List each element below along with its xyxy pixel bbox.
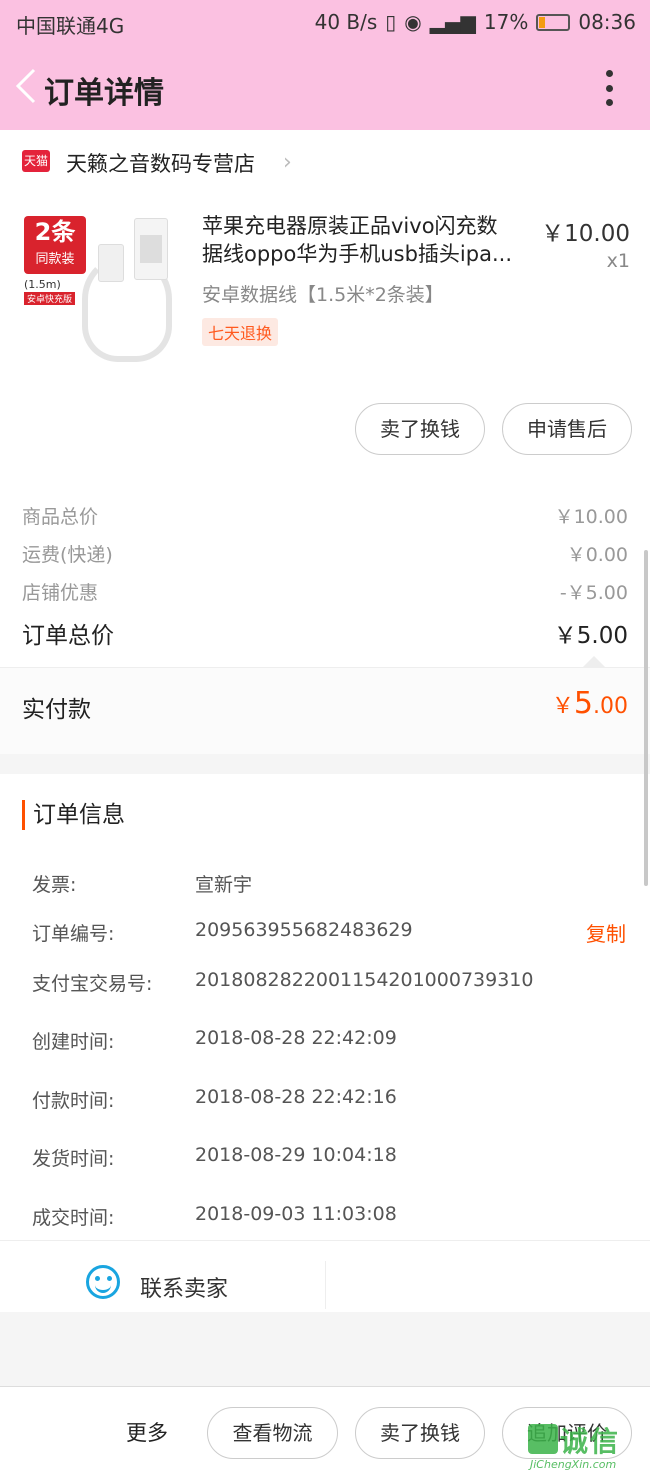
completed-time-row: 成交时间: 2018-09-03 11:03:08 xyxy=(32,1203,397,1229)
paid-time-row: 付款时间: 2018-08-28 22:42:16 xyxy=(32,1086,397,1112)
invoice-row: 发票: 宣新宇 xyxy=(32,874,253,896)
thumb-length: (1.5m) xyxy=(24,278,61,291)
watermark-logo-icon xyxy=(528,1424,558,1454)
chevron-right-icon: › xyxy=(283,150,292,175)
discount-row: 店铺优惠 -￥5.00 xyxy=(22,582,628,604)
return-policy-badge: 七天退换 xyxy=(202,318,279,346)
product-qty: x1 xyxy=(606,250,630,272)
shipping-row: 运费(快递) ￥0.00 xyxy=(22,544,628,566)
alipay-trade-row: 支付宝交易号: 2018082822001154201000739310 xyxy=(32,969,534,995)
carrier-label: 中国联通4G xyxy=(16,14,125,38)
paid-label: 实付款 xyxy=(22,697,91,723)
clock: 08:36 xyxy=(578,10,636,34)
network-speed: 40 B/s xyxy=(314,10,378,34)
order-info: 订单信息 发票: 宣新宇 订单编号: 209563955682483629 复制… xyxy=(0,774,650,1240)
shop-name[interactable]: 天籁之音数码专营店 xyxy=(66,148,255,178)
order-total-row: 订单总价 ￥5.00 xyxy=(22,623,628,649)
product-title[interactable]: 苹果充电器原装正品vivo闪充数 据线oppo华为手机usb插头ipa... xyxy=(202,212,532,268)
order-number-row: 订单编号: 209563955682483629 xyxy=(32,919,413,945)
watermark: 诚信 JiChengXin.com xyxy=(528,1424,621,1471)
after-sale-button[interactable]: 申请售后 xyxy=(502,403,632,455)
sell-button[interactable]: 卖了换钱 xyxy=(355,403,485,455)
vibrate-icon: ▯ xyxy=(385,10,397,34)
more-button[interactable]: 更多 xyxy=(126,1417,168,1447)
product-sku: 安卓数据线【1.5米*2条装】 xyxy=(202,284,444,306)
sell-again-button[interactable]: 卖了换钱 xyxy=(355,1407,485,1459)
more-menu-icon[interactable] xyxy=(604,70,614,106)
back-arrow-icon[interactable] xyxy=(12,66,42,106)
shipped-time-row: 发货时间: 2018-08-29 10:04:18 xyxy=(32,1144,397,1170)
contact-seller-bar[interactable]: 联系卖家 xyxy=(0,1240,650,1312)
paid-amount: ￥5.00 xyxy=(551,686,628,721)
tmall-logo-icon: 天猫 xyxy=(22,150,50,172)
signal-icon: ▂▄▆ xyxy=(429,10,476,34)
product-card: 2条 同款装 (1.5m) 安卓快充版 苹果充电器原装正品vivo闪充数 据线o… xyxy=(0,190,650,460)
view-logistics-button[interactable]: 查看物流 xyxy=(207,1407,338,1459)
goods-total-row: 商品总价 ￥10.00 xyxy=(22,506,628,528)
copy-button[interactable]: 复制 xyxy=(586,918,626,947)
app-header: 订单详情 xyxy=(0,46,650,130)
battery-percent: 17% xyxy=(483,10,529,34)
thumb-badge: 2条 同款装 xyxy=(24,216,86,274)
order-info-heading: 订单信息 xyxy=(22,800,125,830)
created-time-row: 创建时间: 2018-08-28 22:42:09 xyxy=(32,1027,397,1053)
shop-row[interactable]: 天猫 天籁之音数码专营店 › xyxy=(0,130,650,190)
price-summary: 商品总价 ￥10.00 运费(快递) ￥0.00 店铺优惠 -￥5.00 订单总… xyxy=(0,460,650,754)
status-bar: 中国联通4G 40 B/s ▯ ◉ ▂▄▆ 17% 08:36 xyxy=(0,0,650,46)
battery-icon xyxy=(536,13,571,31)
contact-seller-label[interactable]: 联系卖家 xyxy=(140,1271,228,1303)
page-title: 订单详情 xyxy=(44,76,164,111)
thumb-tag: 安卓快充版 xyxy=(24,292,76,305)
scrollbar[interactable] xyxy=(644,550,648,886)
eye-icon: ◉ xyxy=(404,10,422,34)
smile-chat-icon xyxy=(86,1265,120,1299)
product-price: ￥10.00 xyxy=(541,221,630,247)
product-thumbnail[interactable]: 2条 同款装 (1.5m) 安卓快充版 xyxy=(22,214,172,364)
